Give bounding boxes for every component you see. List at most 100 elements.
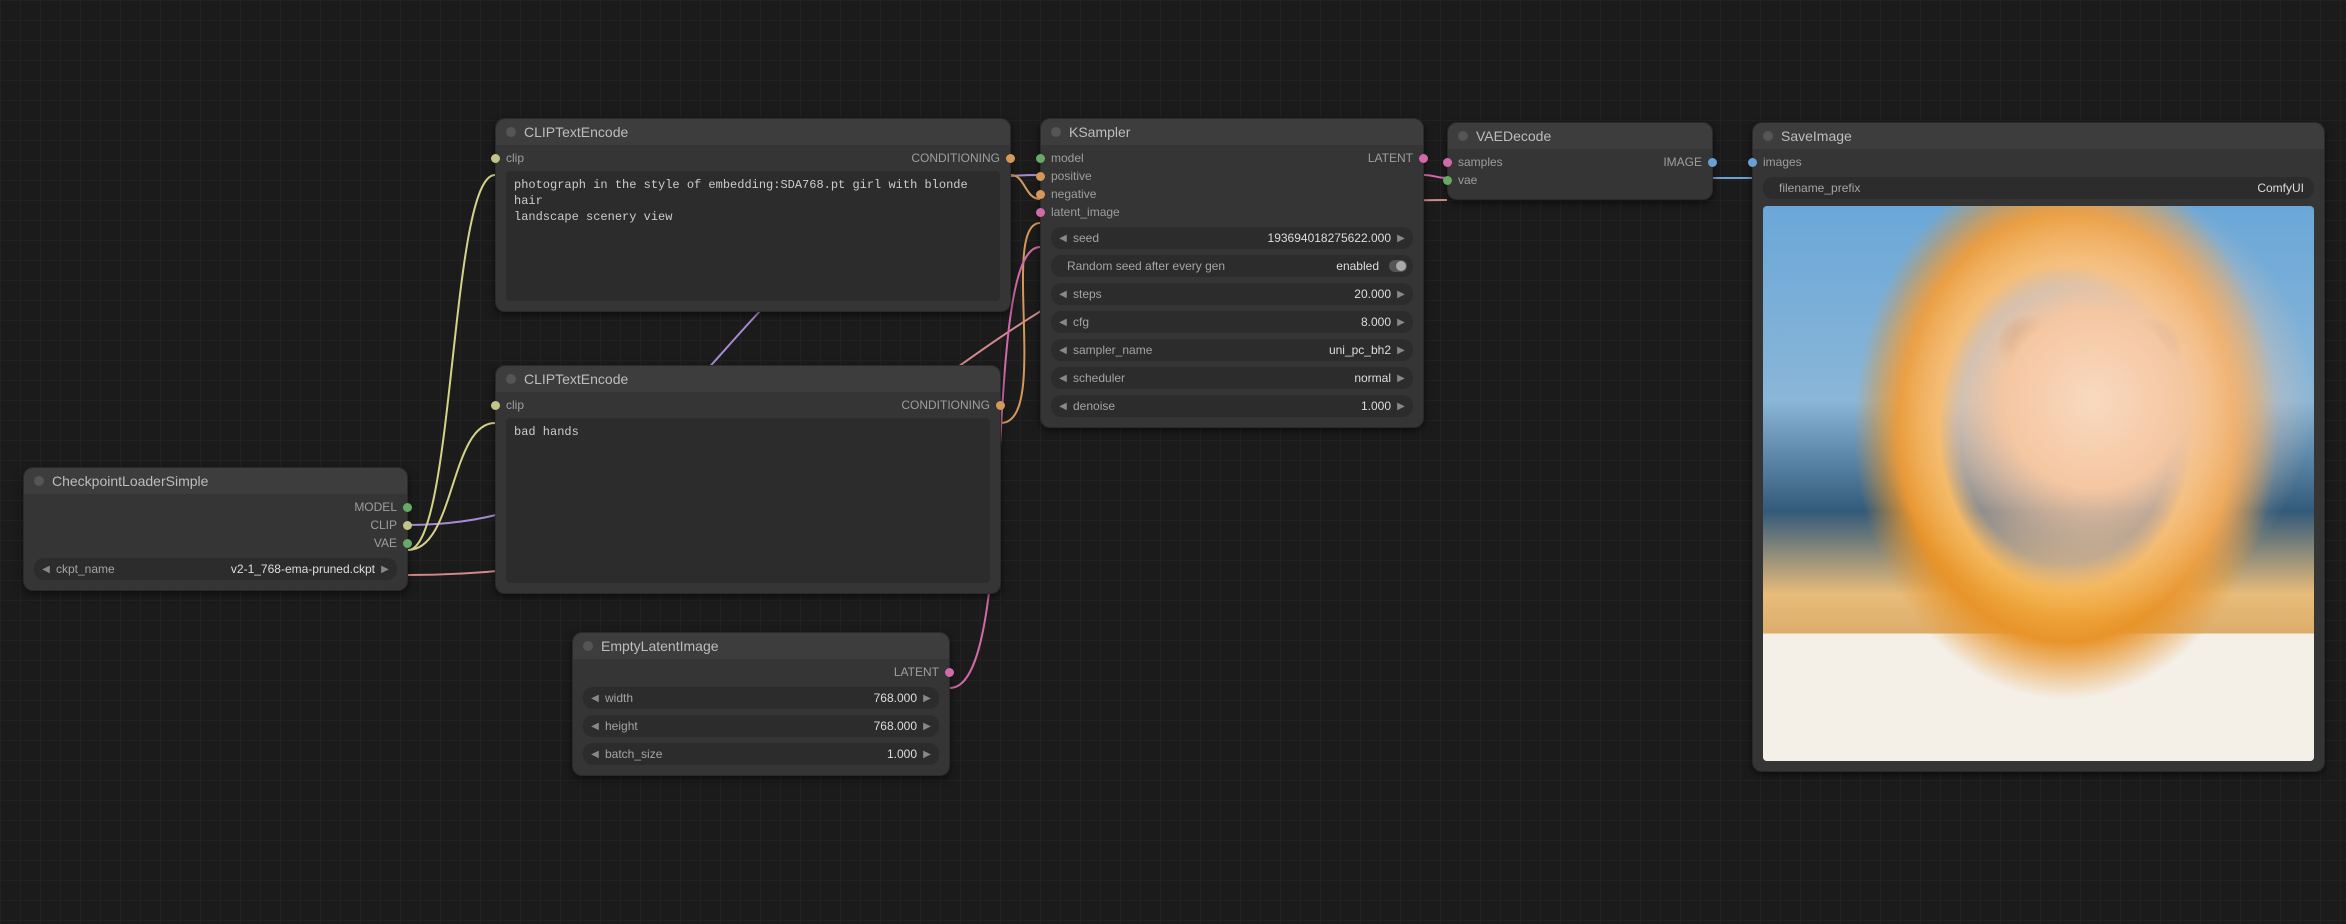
input-clip: clip [506, 397, 524, 413]
widget-value: 193694018275622.000 [1107, 231, 1391, 245]
arrow-right-icon[interactable]: ▶ [921, 749, 933, 760]
arrow-left-icon[interactable]: ◀ [589, 721, 601, 732]
widget-value: 768.000 [646, 719, 917, 733]
input-latent-image: latent_image [1051, 204, 1120, 220]
toggle-icon[interactable] [1389, 260, 1407, 272]
widget-label: batch_size [605, 747, 662, 761]
widget-value: 768.000 [641, 691, 917, 705]
steps-widget[interactable]: ◀ steps 20.000 ▶ [1051, 283, 1413, 305]
node-vae-decode[interactable]: VAEDecode samples IMAGE vae [1447, 122, 1713, 200]
port-dot-image-out[interactable] [1708, 158, 1717, 167]
arrow-left-icon[interactable]: ◀ [589, 693, 601, 704]
arrow-right-icon[interactable]: ▶ [379, 564, 391, 575]
cfg-widget[interactable]: ◀ cfg 8.000 ▶ [1051, 311, 1413, 333]
ckpt-name-widget[interactable]: ◀ ckpt_name v2-1_768-ema-pruned.ckpt ▶ [34, 558, 397, 580]
prompt-textarea[interactable]: photograph in the style of embedding:SDA… [506, 171, 1000, 301]
node-empty-latent-image[interactable]: EmptyLatentImage LATENT ◀ width 768.000 … [572, 632, 950, 776]
widget-label: ckpt_name [56, 562, 115, 576]
port-dot-negative-in[interactable] [1036, 190, 1045, 199]
scheduler-widget[interactable]: ◀ scheduler normal ▶ [1051, 367, 1413, 389]
widget-value: ComfyUI [1868, 181, 2304, 195]
port-dot-clip[interactable] [403, 521, 412, 530]
node-clip-text-encode-negative[interactable]: CLIPTextEncode clip CONDITIONING bad han… [495, 365, 1001, 594]
node-title[interactable]: SaveImage [1753, 123, 2324, 149]
port-dot-conditioning-out[interactable] [1006, 154, 1015, 163]
width-widget[interactable]: ◀ width 768.000 ▶ [583, 687, 939, 709]
arrow-right-icon[interactable]: ▶ [921, 693, 933, 704]
arrow-right-icon[interactable]: ▶ [1395, 233, 1407, 244]
input-clip: clip [506, 150, 524, 166]
port-dot-vae-in[interactable] [1443, 176, 1452, 185]
node-title[interactable]: KSampler [1041, 119, 1423, 145]
arrow-left-icon[interactable]: ◀ [1057, 345, 1069, 356]
port-dot-vae[interactable] [403, 539, 412, 548]
filename-prefix-widget[interactable]: filename_prefix ComfyUI [1763, 177, 2314, 199]
widget-label: steps [1073, 287, 1102, 301]
port-dot-clip-in[interactable] [491, 401, 500, 410]
port-dot-clip-in[interactable] [491, 154, 500, 163]
arrow-right-icon[interactable]: ▶ [1395, 317, 1407, 328]
arrow-left-icon[interactable]: ◀ [1057, 373, 1069, 384]
port-dot-model[interactable] [403, 503, 412, 512]
widget-label: denoise [1073, 399, 1115, 413]
arrow-right-icon[interactable]: ▶ [1395, 401, 1407, 412]
arrow-right-icon[interactable]: ▶ [1395, 373, 1407, 384]
port-dot-latent-out[interactable] [945, 668, 954, 677]
port-dot-latent-out[interactable] [1419, 154, 1428, 163]
output-image-preview[interactable] [1763, 206, 2314, 761]
arrow-left-icon[interactable]: ◀ [1057, 317, 1069, 328]
widget-label: cfg [1073, 315, 1089, 329]
arrow-left-icon[interactable]: ◀ [40, 564, 52, 575]
widget-label: seed [1073, 231, 1099, 245]
input-positive: positive [1051, 168, 1092, 184]
arrow-right-icon[interactable]: ▶ [1395, 345, 1407, 356]
sampler-name-widget[interactable]: ◀ sampler_name uni_pc_bh2 ▶ [1051, 339, 1413, 361]
input-vae: vae [1458, 172, 1477, 188]
node-checkpoint-loader-simple[interactable]: CheckpointLoaderSimple MODEL CLIP VAE ◀ … [23, 467, 408, 591]
output-clip: CLIP [370, 517, 397, 533]
node-title[interactable]: VAEDecode [1448, 123, 1712, 149]
widget-value: normal [1133, 371, 1391, 385]
height-widget[interactable]: ◀ height 768.000 ▶ [583, 715, 939, 737]
port-dot-images-in[interactable] [1748, 158, 1757, 167]
port-dot-samples-in[interactable] [1443, 158, 1452, 167]
arrow-left-icon[interactable]: ◀ [1057, 401, 1069, 412]
arrow-left-icon[interactable]: ◀ [589, 749, 601, 760]
arrow-right-icon[interactable]: ▶ [921, 721, 933, 732]
output-image: IMAGE [1663, 154, 1702, 170]
widget-label: scheduler [1073, 371, 1125, 385]
widget-value: enabled [1233, 259, 1379, 273]
output-conditioning: CONDITIONING [911, 150, 1000, 166]
node-title[interactable]: CLIPTextEncode [496, 119, 1010, 145]
output-conditioning: CONDITIONING [901, 397, 990, 413]
output-latent: LATENT [1368, 150, 1413, 166]
denoise-widget[interactable]: ◀ denoise 1.000 ▶ [1051, 395, 1413, 417]
widget-label: height [605, 719, 638, 733]
widget-label: width [605, 691, 633, 705]
random-seed-toggle[interactable]: Random seed after every gen enabled [1051, 255, 1413, 277]
widget-label: filename_prefix [1779, 181, 1860, 195]
arrow-left-icon[interactable]: ◀ [1057, 289, 1069, 300]
node-clip-text-encode-positive[interactable]: CLIPTextEncode clip CONDITIONING photogr… [495, 118, 1011, 312]
node-ksampler[interactable]: KSampler model LATENT positive negative … [1040, 118, 1424, 428]
widget-value: 8.000 [1097, 315, 1391, 329]
port-dot-latent-in[interactable] [1036, 208, 1045, 217]
seed-widget[interactable]: ◀ seed 193694018275622.000 ▶ [1051, 227, 1413, 249]
batch-size-widget[interactable]: ◀ batch_size 1.000 ▶ [583, 743, 939, 765]
widget-value: uni_pc_bh2 [1160, 343, 1391, 357]
arrow-left-icon[interactable]: ◀ [1057, 233, 1069, 244]
node-title[interactable]: CheckpointLoaderSimple [24, 468, 407, 494]
port-dot-positive-in[interactable] [1036, 172, 1045, 181]
node-title[interactable]: CLIPTextEncode [496, 366, 1000, 392]
node-save-image[interactable]: SaveImage images filename_prefix ComfyUI [1752, 122, 2325, 772]
output-vae: VAE [374, 535, 397, 551]
node-title[interactable]: EmptyLatentImage [573, 633, 949, 659]
input-negative: negative [1051, 186, 1096, 202]
arrow-right-icon[interactable]: ▶ [1395, 289, 1407, 300]
prompt-textarea[interactable]: bad hands [506, 418, 990, 583]
port-dot-conditioning-out[interactable] [996, 401, 1005, 410]
widget-value: 1.000 [1123, 399, 1391, 413]
port-dot-model-in[interactable] [1036, 154, 1045, 163]
widget-value: v2-1_768-ema-pruned.ckpt [123, 562, 375, 576]
output-model: MODEL [354, 499, 397, 515]
